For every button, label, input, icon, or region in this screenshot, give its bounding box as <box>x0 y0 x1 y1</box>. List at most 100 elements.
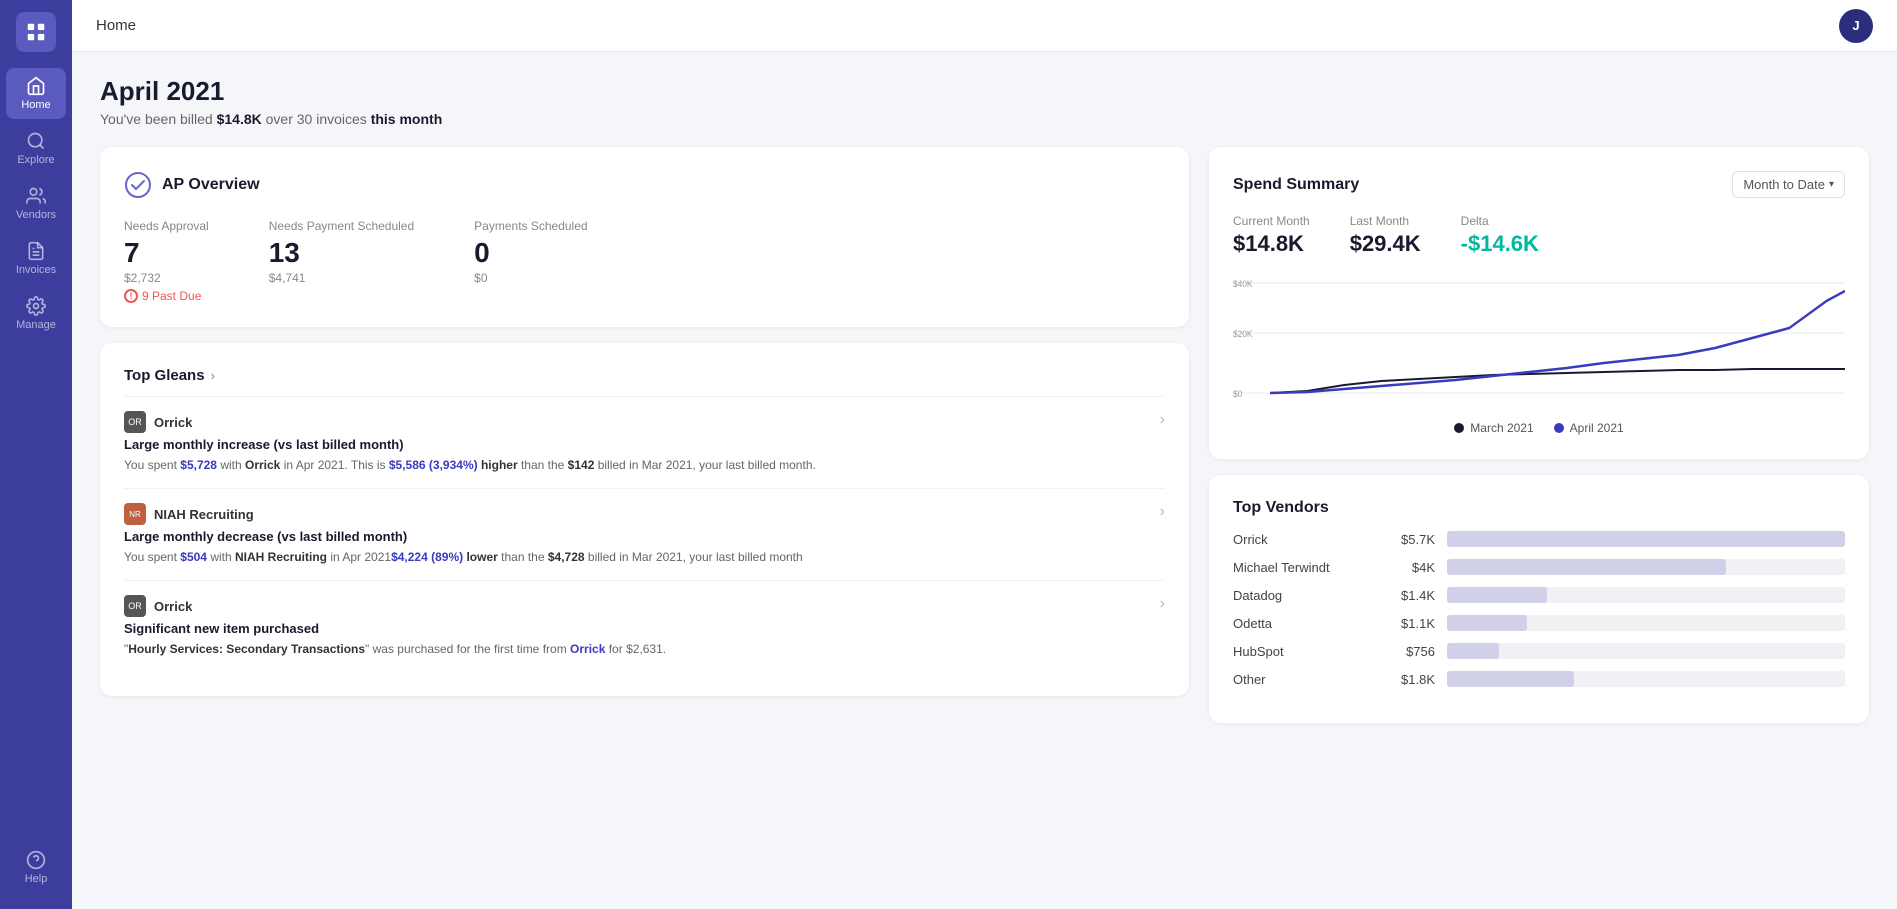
glean-item-0[interactable]: OR Orrick Large monthly increase (vs las… <box>124 396 1165 488</box>
chart-legend: March 2021 April 2021 <box>1233 421 1845 435</box>
sidebar-item-explore-label: Explore <box>17 154 54 166</box>
sidebar-item-home[interactable]: Home <box>6 68 66 119</box>
vendor-amount-0: $5.7K <box>1385 532 1435 547</box>
vendor-row-4: HubSpot $756 <box>1233 643 1845 659</box>
vendor-bar-1 <box>1447 559 1726 575</box>
spend-summary-card: Spend Summary Month to Date ▾ Current Mo… <box>1209 147 1869 459</box>
sidebar-item-vendors-label: Vendors <box>16 209 56 221</box>
legend-label-march: March 2021 <box>1470 421 1533 435</box>
ap-stat-payments-scheduled: Payments Scheduled 0 $0 <box>474 219 587 303</box>
user-avatar[interactable]: J <box>1839 9 1873 43</box>
ap-stat-label-1: Needs Payment Scheduled <box>269 219 414 233</box>
vendor-amount-2: $1.4K <box>1385 588 1435 603</box>
glean-header-2: OR Orrick <box>124 595 1148 617</box>
vendor-amount-5: $1.8K <box>1385 672 1435 687</box>
glean-title-2: Significant new item purchased <box>124 621 1148 636</box>
past-due-label: 9 Past Due <box>142 289 201 303</box>
glean-item-1[interactable]: NR NIAH Recruiting Large monthly decreas… <box>124 488 1165 580</box>
past-due-badge[interactable]: ! 9 Past Due <box>124 289 209 303</box>
spend-summary-title: Spend Summary <box>1233 176 1359 194</box>
spend-chart: $40K $20K $0 <box>1233 273 1845 413</box>
ap-overview-card: AP Overview Needs Approval 7 $2,732 ! 9 … <box>100 147 1189 327</box>
vendor-amount-3: $1.1K <box>1385 616 1435 631</box>
top-gleans-card: Top Gleans › OR Orrick Large <box>100 343 1189 696</box>
ap-stat-value-1: 13 <box>269 237 414 269</box>
vendor-bar-container-3 <box>1447 615 1845 631</box>
ap-overview-title: AP Overview <box>162 176 260 194</box>
glean-desc-2: "Hourly Services: Secondary Transactions… <box>124 640 1148 658</box>
period-selector[interactable]: Month to Date ▾ <box>1732 171 1845 198</box>
glean-vendor-2: Orrick <box>154 599 192 614</box>
svg-text:$20K: $20K <box>1233 329 1253 339</box>
vendor-bar-2 <box>1447 587 1547 603</box>
content-area: April 2021 You've been billed $14.8K ove… <box>72 52 1897 909</box>
spend-metrics-row: Current Month $14.8K Last Month $29.4K D… <box>1233 214 1845 257</box>
sidebar-item-manage[interactable]: Manage <box>6 288 66 339</box>
vendor-bar-3 <box>1447 615 1527 631</box>
glean-logo-0: OR <box>124 411 146 433</box>
vendor-name-0: Orrick <box>1233 532 1373 547</box>
ap-stats-row: Needs Approval 7 $2,732 ! 9 Past Due Nee… <box>124 219 1165 303</box>
spend-summary-header: Spend Summary Month to Date ▾ <box>1233 171 1845 198</box>
vendor-name-1: Michael Terwindt <box>1233 560 1373 575</box>
glean-chevron-0[interactable]: › <box>1148 411 1165 429</box>
past-due-icon: ! <box>124 289 138 303</box>
vendor-bar-5 <box>1447 671 1574 687</box>
spend-metric-delta: Delta -$14.6K <box>1461 214 1539 257</box>
legend-item-march: March 2021 <box>1454 421 1533 435</box>
glean-logo-2: OR <box>124 595 146 617</box>
chevron-down-icon: ▾ <box>1829 179 1834 190</box>
top-gleans-chevron[interactable]: › <box>211 368 215 383</box>
glean-content-0: OR Orrick Large monthly increase (vs las… <box>124 411 1148 474</box>
vendor-row-2: Datadog $1.4K <box>1233 587 1845 603</box>
ap-stat-label-2: Payments Scheduled <box>474 219 587 233</box>
glean-vendor-0: Orrick <box>154 415 192 430</box>
legend-item-april: April 2021 <box>1554 421 1624 435</box>
glean-vendor-1: NIAH Recruiting <box>154 507 254 522</box>
sidebar-item-vendors[interactable]: Vendors <box>6 178 66 229</box>
main-content: Home J April 2021 You've been billed $14… <box>72 0 1897 909</box>
vendor-row-3: Odetta $1.1K <box>1233 615 1845 631</box>
top-vendors-card: Top Vendors Orrick $5.7K Michael Terwind… <box>1209 475 1869 723</box>
vendor-name-2: Datadog <box>1233 588 1373 603</box>
vendor-bar-container-5 <box>1447 671 1845 687</box>
topbar-title: Home <box>96 17 136 34</box>
glean-header-0: OR Orrick <box>124 411 1148 433</box>
sidebar-item-explore[interactable]: Explore <box>6 123 66 174</box>
spend-metric-current: Current Month $14.8K <box>1233 214 1310 257</box>
spend-metric-last: Last Month $29.4K <box>1350 214 1421 257</box>
glean-chevron-2[interactable]: › <box>1148 595 1165 613</box>
current-month-label: Current Month <box>1233 214 1310 228</box>
delta-value: -$14.6K <box>1461 231 1539 257</box>
current-month-value: $14.8K <box>1233 231 1310 257</box>
ap-stat-sub-0: $2,732 <box>124 271 209 285</box>
sidebar-item-invoices[interactable]: Invoices <box>6 233 66 284</box>
glean-title-0: Large monthly increase (vs last billed m… <box>124 437 1148 452</box>
glean-item-2[interactable]: OR Orrick Significant new item purchased… <box>124 580 1165 672</box>
svg-text:$40K: $40K <box>1233 279 1253 289</box>
ap-overview-header: AP Overview <box>124 171 1165 199</box>
vendor-row-1: Michael Terwindt $4K <box>1233 559 1845 575</box>
sidebar-item-help[interactable]: Help <box>6 842 66 893</box>
page-subtitle: You've been billed $14.8K over 30 invoic… <box>100 111 1869 127</box>
ap-overview-icon <box>124 171 152 199</box>
glean-chevron-1[interactable]: › <box>1148 503 1165 521</box>
vendor-bar-0 <box>1447 531 1845 547</box>
vendor-amount-1: $4K <box>1385 560 1435 575</box>
vendor-row-5: Other $1.8K <box>1233 671 1845 687</box>
app-logo[interactable] <box>16 12 56 52</box>
vendor-amount-4: $756 <box>1385 644 1435 659</box>
legend-dot-april <box>1554 423 1564 433</box>
sidebar-help-label: Help <box>25 873 48 885</box>
glean-content-2: OR Orrick Significant new item purchased… <box>124 595 1148 658</box>
left-column: AP Overview Needs Approval 7 $2,732 ! 9 … <box>100 147 1189 885</box>
sidebar-item-invoices-label: Invoices <box>16 264 56 276</box>
vendor-row-0: Orrick $5.7K <box>1233 531 1845 547</box>
topbar: Home J <box>72 0 1897 52</box>
ap-stat-needs-payment: Needs Payment Scheduled 13 $4,741 <box>269 219 414 303</box>
glean-content-1: NR NIAH Recruiting Large monthly decreas… <box>124 503 1148 566</box>
two-column-layout: AP Overview Needs Approval 7 $2,732 ! 9 … <box>100 147 1869 885</box>
vendor-bar-4 <box>1447 643 1499 659</box>
vendor-bar-container-2 <box>1447 587 1845 603</box>
delta-label: Delta <box>1461 214 1539 228</box>
